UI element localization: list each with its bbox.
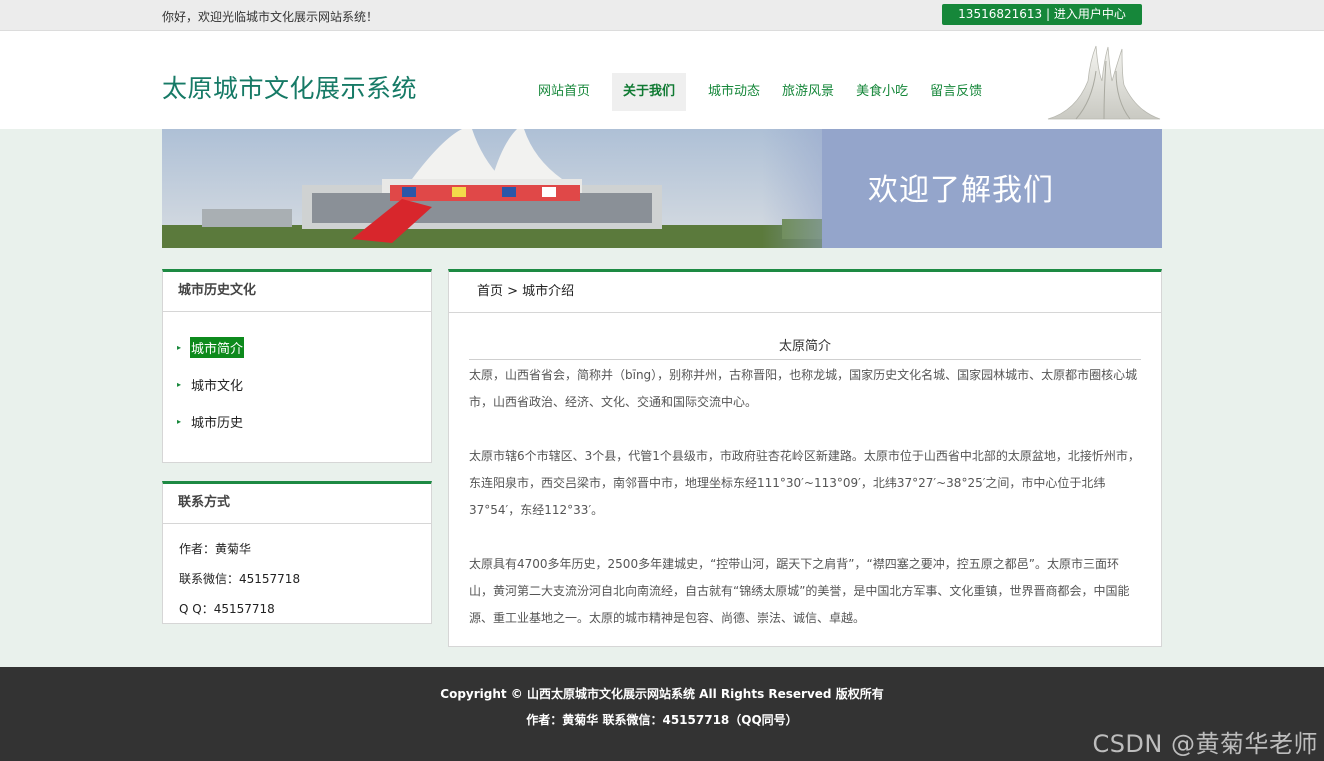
article: 太原简介 太原，山西省省会，简称并（bīng），别称并州，古称晋阳，也称龙城，国…	[449, 313, 1161, 632]
welcome-text: 你好，欢迎光临城市文化展示网站系统！	[162, 10, 379, 24]
landmark-logo-image	[1047, 45, 1161, 120]
history-panel: 城市历史文化 ▸ 城市简介 ▸ 城市文化 ▸ 城市历史	[162, 269, 432, 463]
breadcrumb: 首页 > 城市介绍	[449, 272, 1161, 313]
main-nav: 网站首页 关于我们 城市动态 旅游风景 美食小吃 留言反馈	[527, 73, 993, 111]
side-item-label: 城市简介	[190, 337, 245, 358]
banner: 欢迎了解我们	[162, 129, 1162, 248]
nav-item-food[interactable]: 美食小吃	[845, 73, 919, 111]
article-paragraph: 太原，山西省省会，简称并（bīng），别称并州，古称晋阳，也称龙城，国家历史文化…	[469, 368, 1138, 409]
nav-item-feedback[interactable]: 留言反馈	[919, 73, 993, 111]
side-item-intro[interactable]: ▸ 城市简介	[177, 329, 431, 366]
article-title: 太原简介	[469, 335, 1141, 360]
triangle-bullet-icon: ▸	[177, 380, 182, 389]
article-paragraph: 太原市辖6个市辖区、3个县，代管1个县级市，市政府驻杏花岭区新建路。太原市位于山…	[469, 449, 1140, 517]
contact-author: 作者：黄菊华	[179, 542, 252, 556]
nav-item-about[interactable]: 关于我们	[612, 73, 687, 111]
triangle-bullet-icon: ▸	[177, 343, 182, 352]
triangle-bullet-icon: ▸	[177, 417, 182, 426]
contact-info: 作者：黄菊华 联系微信：45157718 Q Q：45157718	[163, 524, 431, 626]
history-menu: ▸ 城市简介 ▸ 城市文化 ▸ 城市历史	[163, 312, 431, 440]
article-paragraph: 太原具有4700多年历史，2500多年建城史，“控带山河，踞天下之肩背”，“襟四…	[469, 557, 1130, 625]
side-item-culture[interactable]: ▸ 城市文化	[177, 366, 431, 403]
side-item-label: 城市文化	[191, 379, 244, 394]
content-panel: 首页 > 城市介绍 太原简介 太原，山西省省会，简称并（bīng），别称并州，古…	[448, 269, 1162, 647]
side-item-label: 城市历史	[191, 416, 244, 431]
user-center-button[interactable]: 13516821613 | 进入用户中心	[942, 4, 1142, 25]
nav-item-home[interactable]: 网站首页	[527, 73, 601, 111]
site-title: 太原城市文化展示系统	[162, 74, 418, 103]
csdn-watermark: CSDN @黄菊华老师	[1092, 730, 1318, 758]
contact-panel: 联系方式 作者：黄菊华 联系微信：45157718 Q Q：45157718	[162, 481, 432, 624]
footer-copyright: Copyright © 山西太原城市文化展示网站系统 All Rights Re…	[440, 687, 884, 701]
top-bar: 你好，欢迎光临城市文化展示网站系统！ 13516821613 | 进入用户中心	[0, 0, 1324, 31]
contact-qq: Q Q：45157718	[179, 602, 275, 616]
nav-item-scenery[interactable]: 旅游风景	[771, 73, 845, 111]
side-item-history[interactable]: ▸ 城市历史	[177, 403, 431, 440]
contact-panel-title: 联系方式	[163, 484, 431, 524]
history-panel-title: 城市历史文化	[163, 272, 431, 312]
banner-title: 欢迎了解我们	[868, 173, 1054, 208]
contact-wechat: 联系微信：45157718	[179, 572, 301, 586]
nav-item-news[interactable]: 城市动态	[697, 73, 771, 111]
site-header: 太原城市文化展示系统 网站首页 关于我们 城市动态 旅游风景 美食小吃 留言反馈	[0, 31, 1324, 129]
